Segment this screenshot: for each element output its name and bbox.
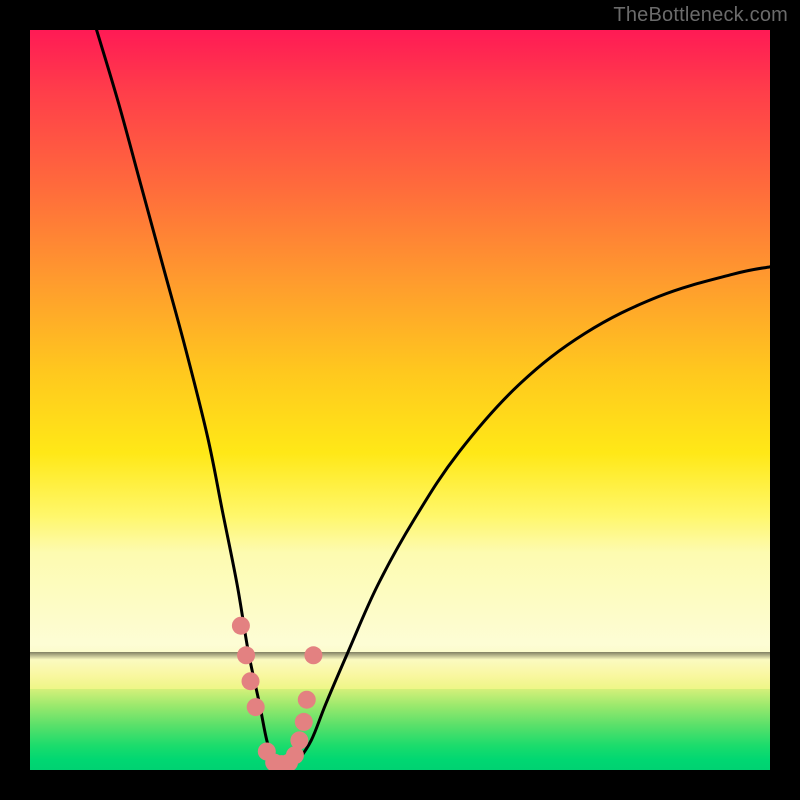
marker-dot	[304, 646, 322, 664]
marker-dot	[242, 672, 260, 690]
chart-frame: TheBottleneck.com	[0, 0, 800, 800]
watermark-text: TheBottleneck.com	[613, 4, 788, 27]
bottleneck-curve-path	[97, 30, 770, 770]
marker-dot	[232, 617, 250, 635]
marker-dot	[295, 713, 313, 731]
marker-dot	[298, 691, 316, 709]
bottleneck-curve	[97, 30, 770, 770]
marker-dot	[290, 731, 308, 749]
plot-area	[30, 30, 770, 770]
marker-dot	[237, 646, 255, 664]
curves-layer	[30, 30, 770, 770]
marker-dot	[247, 698, 265, 716]
